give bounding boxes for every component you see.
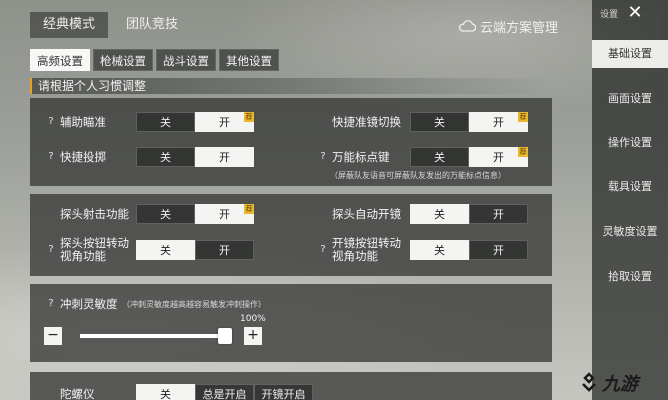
setting-row-quick-throw: ? 快捷投掷 关 开 ? 万能标点键 关 开荐 — [30, 147, 552, 167]
peek-button-rotate-off[interactable]: 关 — [136, 240, 195, 260]
universal-marker-note: （屏蔽队友语音可屏蔽队友发出的万能标点信息） — [330, 171, 506, 180]
recommend-badge: 荐 — [244, 204, 254, 214]
sprint-sensitivity-label: 冲刺灵敏度 — [60, 297, 118, 311]
aim-assist-toggle: 关 开荐 — [136, 112, 254, 132]
peek-fire-toggle: 关 开荐 — [136, 204, 254, 224]
aim-assist-on-label: 开 — [219, 116, 230, 129]
scope-button-rotate-on[interactable]: 开 — [469, 240, 528, 260]
recommend-badge: 荐 — [244, 112, 254, 122]
gyroscope-always-on[interactable]: 总是开启 — [195, 384, 254, 400]
quick-throw-toggle: 关 开 — [136, 147, 254, 167]
peek-auto-scope-off[interactable]: 关 — [410, 204, 469, 224]
subtab-other[interactable]: 其他设置 — [219, 49, 279, 71]
settings-card-sprint-sensitivity: ? 冲刺灵敏度 （冲刺灵敏度越高越容易触发冲刺操作） − 100% + — [30, 284, 552, 362]
tab-classic-mode[interactable]: 经典模式 — [30, 12, 108, 38]
help-icon[interactable]: ? — [46, 112, 56, 132]
side-item-graphics-settings[interactable]: 画面设置 — [592, 85, 668, 113]
side-item-control-settings[interactable]: 操作设置 — [592, 129, 668, 157]
gyroscope-label: 陀螺仪 — [60, 387, 95, 400]
recommend-badge: 荐 — [518, 112, 528, 122]
aim-assist-off[interactable]: 关 — [136, 112, 195, 132]
universal-marker-on[interactable]: 开荐 — [469, 147, 528, 167]
settings-sub-tabs: 高频设置 枪械设置 战斗设置 其他设置 — [30, 49, 282, 71]
settings-card-gyroscope: 陀螺仪 关 总是开启 开镜开启 — [30, 372, 552, 400]
universal-marker-toggle: 关 开荐 — [410, 147, 528, 167]
cloud-scheme-manager-button[interactable]: 云端方案管理 — [458, 16, 558, 36]
universal-marker-label: 万能标点键 — [332, 150, 390, 164]
cloud-scheme-manager-label: 云端方案管理 — [480, 20, 559, 36]
side-item-pickup-settings[interactable]: 拾取设置 — [592, 263, 668, 291]
quick-throw-off[interactable]: 关 — [136, 147, 195, 167]
setting-row-peek-fire: 探头射击功能 关 开荐 探头自动开镜 关 开 — [30, 204, 552, 224]
help-icon[interactable]: ? — [318, 240, 328, 260]
scope-button-rotate-label: 开镜按钮转动视角功能 — [332, 236, 401, 263]
peek-auto-scope-toggle: 关 开 — [410, 204, 528, 224]
quick-scope-switch-toggle: 关 开荐 — [410, 112, 528, 132]
peek-fire-off[interactable]: 关 — [136, 204, 195, 224]
aim-assist-label: 辅助瞄准 — [60, 115, 106, 129]
section-title: 请根据个人习惯调整 — [30, 78, 552, 94]
gyroscope-scope-on[interactable]: 开镜开启 — [254, 384, 313, 400]
peek-button-rotate-toggle: 关 开 — [136, 240, 254, 260]
universal-marker-on-label: 开 — [493, 151, 504, 164]
subtab-weapon[interactable]: 枪械设置 — [93, 49, 153, 71]
settings-card-aim: ? 辅助瞄准 关 开荐 快捷准镜切换 关 开荐 ? 快捷投掷 关 开 ? 万能标… — [30, 98, 552, 186]
peek-auto-scope-label: 探头自动开镜 — [332, 207, 401, 221]
sprint-sensitivity-handle[interactable] — [218, 328, 232, 344]
peek-auto-scope-on[interactable]: 开 — [469, 204, 528, 224]
sprint-sensitivity-increase-button[interactable]: + — [244, 327, 262, 345]
quick-scope-switch-label: 快捷准镜切换 — [332, 115, 401, 129]
tab-team-deathmatch[interactable]: 团队竞技 — [112, 12, 192, 38]
jiuyou-logo-icon — [582, 372, 596, 392]
sprint-sensitivity-value: 100% — [240, 314, 266, 324]
peek-fire-label: 探头射击功能 — [60, 207, 129, 221]
subtab-combat[interactable]: 战斗设置 — [156, 49, 216, 71]
sprint-sensitivity-hint: （冲刺灵敏度越高越容易触发冲刺操作） — [122, 300, 266, 309]
scope-button-rotate-off[interactable]: 关 — [410, 240, 469, 260]
close-icon[interactable]: ✕ — [624, 2, 646, 24]
quick-scope-switch-off[interactable]: 关 — [410, 112, 469, 132]
settings-side-menu: 设置 基础设置 画面设置 操作设置 载具设置 灵敏度设置 拾取设置 — [592, 0, 668, 400]
quick-throw-on[interactable]: 开 — [195, 147, 254, 167]
scope-button-rotate-toggle: 关 开 — [410, 240, 528, 260]
help-icon[interactable]: ? — [46, 147, 56, 167]
sprint-sensitivity-track[interactable] — [80, 334, 232, 338]
recommend-badge: 荐 — [518, 147, 528, 157]
gyroscope-selector: 关 总是开启 开镜开启 — [136, 384, 313, 400]
peek-fire-on[interactable]: 开荐 — [195, 204, 254, 224]
peek-button-rotate-on[interactable]: 开 — [195, 240, 254, 260]
sprint-sensitivity-decrease-button[interactable]: − — [44, 327, 62, 345]
peek-button-rotate-label: 探头按钮转动视角功能 — [60, 236, 129, 263]
mode-tab-bar: 经典模式 团队竞技 云端方案管理 — [0, 0, 592, 46]
side-item-sensitivity-settings[interactable]: 灵敏度设置 — [592, 218, 668, 246]
help-icon[interactable]: ? — [46, 294, 56, 314]
settings-card-peek: 探头射击功能 关 开荐 探头自动开镜 关 开 ? 探头按钮转动视角功能 关 开 … — [30, 194, 552, 276]
universal-marker-off[interactable]: 关 — [410, 147, 469, 167]
quick-throw-label: 快捷投掷 — [60, 150, 106, 164]
cloud-icon — [458, 20, 476, 32]
side-item-vehicle-settings[interactable]: 载具设置 — [592, 173, 668, 201]
side-menu-title: 设置 — [600, 10, 619, 20]
setting-row-peek-button-rotate: ? 探头按钮转动视角功能 关 开 ? 开镜按钮转动视角功能 关 开 — [30, 236, 552, 263]
side-item-basic-settings[interactable]: 基础设置 — [592, 40, 668, 68]
quick-scope-switch-on[interactable]: 开荐 — [469, 112, 528, 132]
quick-scope-switch-on-label: 开 — [493, 116, 504, 129]
aim-assist-on[interactable]: 开荐 — [195, 112, 254, 132]
peek-fire-on-label: 开 — [219, 208, 230, 221]
help-icon[interactable]: ? — [46, 240, 56, 260]
help-icon[interactable]: ? — [318, 147, 328, 167]
setting-row-aim-assist: ? 辅助瞄准 关 开荐 快捷准镜切换 关 开荐 — [30, 112, 552, 132]
subtab-high-frequency[interactable]: 高频设置 — [30, 49, 90, 71]
jiuyou-logo-text: 九游 — [602, 374, 638, 395]
jiuyou-watermark: 九游 — [578, 370, 638, 396]
gyroscope-off[interactable]: 关 — [136, 384, 195, 400]
